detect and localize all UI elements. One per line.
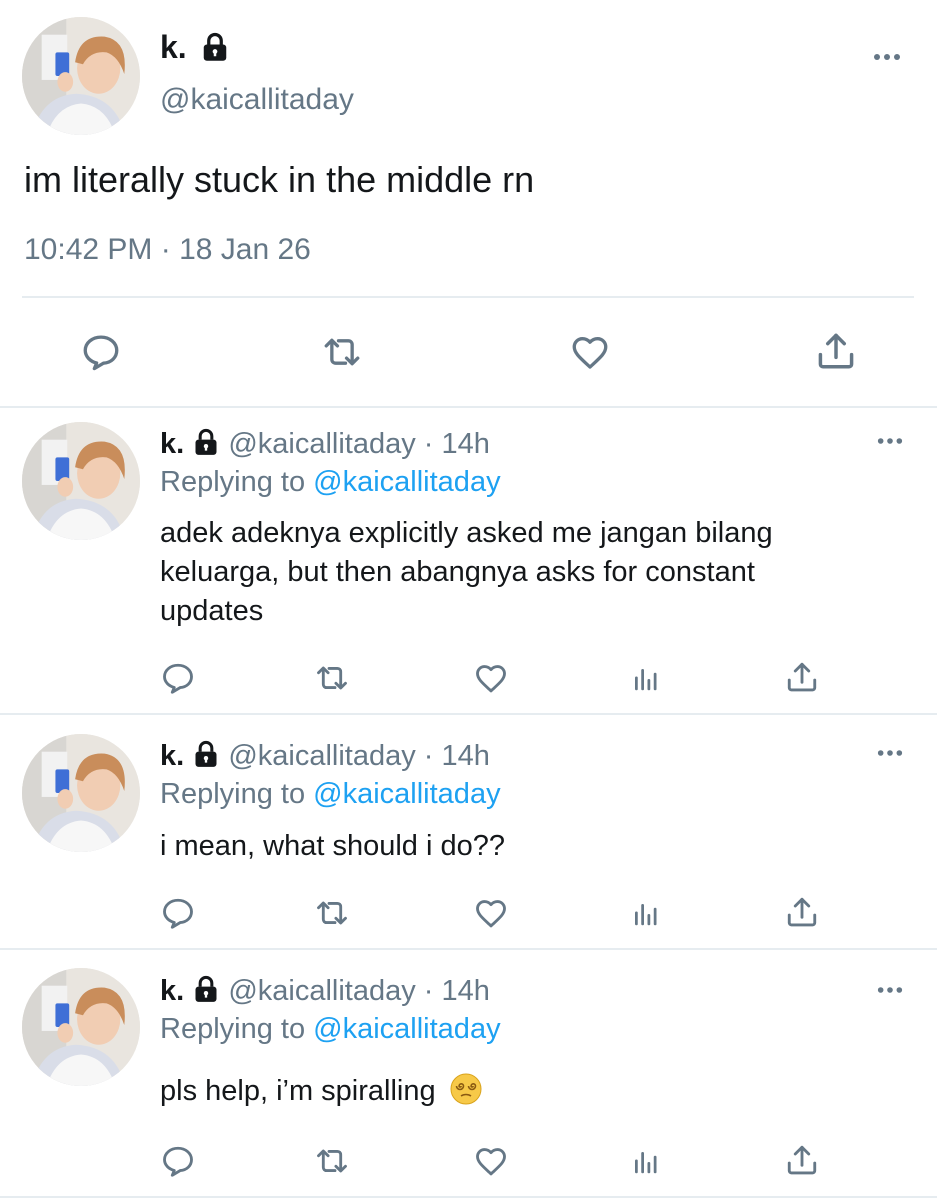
text-line: adek adeknya explicitly asked me jangan … xyxy=(160,517,773,549)
avatar[interactable] xyxy=(22,17,140,135)
analytics-icon[interactable] xyxy=(629,899,661,929)
more-options-icon[interactable] xyxy=(876,985,904,995)
reply-icon[interactable] xyxy=(160,1143,196,1179)
like-icon[interactable] xyxy=(568,331,612,373)
avatar-image xyxy=(22,17,140,135)
display-name[interactable]: k. xyxy=(160,975,184,1007)
like-icon[interactable] xyxy=(472,660,510,696)
more-options-icon[interactable] xyxy=(872,52,902,62)
tweet-text: im literally stuck in the middle rn xyxy=(24,159,535,200)
tweet-divider xyxy=(0,948,937,950)
tweet-divider xyxy=(0,406,937,408)
dizzy-face-emoji xyxy=(450,1073,482,1105)
lock-icon xyxy=(192,428,220,456)
replying-to-label: Replying to xyxy=(160,778,306,810)
avatar[interactable] xyxy=(22,968,140,1086)
display-name[interactable]: k. xyxy=(160,29,187,65)
reply-text: pls help, i’m spiralling xyxy=(160,1072,482,1111)
reply-icon[interactable] xyxy=(160,660,196,696)
tweet-timestamp: 10:42 PM · 18 Jan 26 xyxy=(24,233,311,266)
tweet-divider xyxy=(0,713,937,715)
reply-icon[interactable] xyxy=(160,895,196,931)
replying-to-link[interactable]: @kaicallitaday xyxy=(313,466,500,498)
retweet-icon[interactable] xyxy=(321,331,363,373)
reply-time: · 14h xyxy=(423,975,490,1007)
more-options-icon[interactable] xyxy=(876,436,904,446)
share-icon[interactable] xyxy=(784,658,820,696)
reply-text: adek adeknya explicitly asked me jangan … xyxy=(160,514,773,631)
lock-icon xyxy=(192,975,220,1003)
more-options-icon[interactable] xyxy=(876,748,904,758)
like-icon[interactable] xyxy=(472,1143,510,1179)
share-icon[interactable] xyxy=(784,1141,820,1179)
lock-icon xyxy=(192,740,220,768)
handle[interactable]: @kaicallitaday xyxy=(228,428,415,460)
reply-icon[interactable] xyxy=(80,331,122,373)
retweet-icon[interactable] xyxy=(313,660,351,696)
text-line: updates xyxy=(160,595,264,627)
display-name[interactable]: k. xyxy=(160,740,184,772)
replying-to-label: Replying to xyxy=(160,466,306,498)
avatar-image xyxy=(22,422,140,540)
reply-time: · 14h xyxy=(423,740,490,772)
lock-icon xyxy=(200,32,230,62)
handle[interactable]: @kaicallitaday xyxy=(228,740,415,772)
share-icon[interactable] xyxy=(814,329,858,373)
analytics-icon[interactable] xyxy=(629,664,661,694)
retweet-icon[interactable] xyxy=(313,895,351,931)
text-line: pls help, i’m spiralling xyxy=(160,1075,436,1107)
analytics-icon[interactable] xyxy=(629,1147,661,1177)
avatar-image xyxy=(22,968,140,1086)
reply-time: · 14h xyxy=(423,428,490,460)
share-icon[interactable] xyxy=(784,893,820,931)
tweet-divider xyxy=(0,1196,937,1198)
handle[interactable]: @kaicallitaday xyxy=(160,82,354,118)
text-line: i mean, what should i do?? xyxy=(160,830,505,862)
reply-text: i mean, what should i do?? xyxy=(160,827,505,866)
display-name[interactable]: k. xyxy=(160,428,184,460)
replying-to-link[interactable]: @kaicallitaday xyxy=(313,1013,500,1045)
avatar[interactable] xyxy=(22,422,140,540)
timestamp-divider xyxy=(22,296,914,298)
text-line: keluarga, but then abangnya asks for con… xyxy=(160,556,755,588)
handle[interactable]: @kaicallitaday xyxy=(228,975,415,1007)
avatar[interactable] xyxy=(22,734,140,852)
replying-to-link[interactable]: @kaicallitaday xyxy=(313,778,500,810)
replying-to-label: Replying to xyxy=(160,1013,306,1045)
like-icon[interactable] xyxy=(472,895,510,931)
avatar-image xyxy=(22,734,140,852)
retweet-icon[interactable] xyxy=(313,1143,351,1179)
